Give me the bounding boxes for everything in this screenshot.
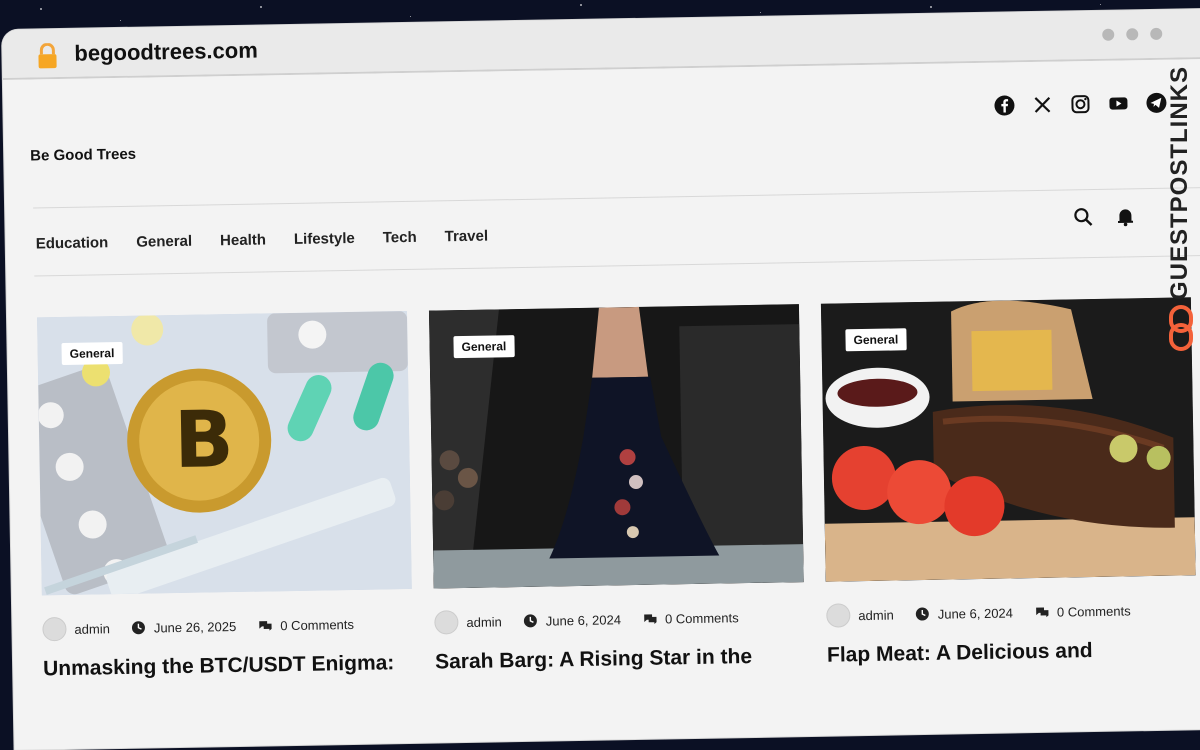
post-date[interactable]: June 26, 2025 — [154, 619, 237, 635]
post-author[interactable]: admin — [74, 621, 110, 637]
nav-item-lifestyle[interactable]: Lifestyle — [294, 230, 355, 248]
avatar[interactable] — [434, 610, 459, 635]
nav-item-health[interactable]: Health — [220, 231, 266, 249]
header-divider — [33, 187, 1200, 209]
post-image[interactable]: B General — [37, 310, 412, 596]
post-author[interactable]: admin — [858, 607, 894, 623]
browser-window: begoodtrees.com Be Good Trees Education … — [2, 8, 1200, 750]
nav-divider — [34, 255, 1200, 277]
header-tools — [1073, 206, 1135, 227]
post-meta: admin June 26, 2025 0 Comments — [42, 611, 412, 642]
category-badge[interactable]: General — [453, 335, 515, 359]
window-controls — [1102, 27, 1163, 41]
nav-item-tech[interactable]: Tech — [383, 229, 417, 247]
window-dot[interactable] — [1150, 27, 1163, 40]
nav-item-education[interactable]: Education — [36, 234, 109, 252]
nav-item-general[interactable]: General — [136, 233, 192, 251]
browser-toolbar: begoodtrees.com — [2, 8, 1200, 80]
instagram-icon[interactable] — [1069, 93, 1091, 115]
facebook-icon[interactable] — [993, 94, 1015, 116]
window-dot[interactable] — [1126, 28, 1139, 41]
comments-icon — [1035, 607, 1049, 618]
clock-icon — [132, 621, 146, 635]
lock-icon — [38, 43, 57, 69]
clock-icon — [916, 607, 930, 621]
post-meta: admin June 6, 2024 0 Comments — [434, 604, 804, 635]
avatar[interactable] — [826, 603, 851, 628]
social-links — [993, 92, 1167, 117]
post-comments[interactable]: 0 Comments — [280, 616, 354, 632]
site-title[interactable]: Be Good Trees — [30, 146, 136, 165]
post-title[interactable]: Unmasking the BTC/USDT Enigma: — [43, 651, 413, 681]
post-card: General admin June 6, 2024 0 Comments Sa… — [428, 304, 805, 674]
post-card: B General admin June 26, 2025 0 Comments… — [37, 310, 413, 681]
post-title[interactable]: Flap Meat: A Delicious and — [827, 637, 1197, 667]
x-icon[interactable] — [1031, 94, 1053, 116]
watermark-text: GUESTPOSTLINKS — [1166, 65, 1193, 300]
nav-item-travel[interactable]: Travel — [445, 228, 489, 246]
telegram-icon[interactable] — [1145, 92, 1167, 114]
main-navigation: Education General Health Lifestyle Tech … — [36, 228, 489, 253]
svg-text:B: B — [173, 395, 234, 486]
link-icon — [1169, 305, 1193, 351]
post-card: General admin June 6, 2024 0 Comments Fl… — [820, 297, 1197, 667]
search-icon[interactable] — [1073, 207, 1093, 227]
post-image[interactable]: General — [820, 297, 1196, 582]
category-badge[interactable]: General — [845, 328, 907, 352]
post-date[interactable]: June 6, 2024 — [546, 612, 621, 628]
avatar[interactable] — [42, 616, 67, 642]
comments-icon — [643, 614, 657, 624]
post-meta: admin June 6, 2024 0 Comments — [826, 597, 1196, 628]
address-bar[interactable]: begoodtrees.com — [74, 38, 258, 67]
bell-icon[interactable] — [1115, 206, 1135, 227]
post-comments[interactable]: 0 Comments — [665, 610, 739, 626]
post-date[interactable]: June 6, 2024 — [938, 605, 1013, 621]
post-comments[interactable]: 0 Comments — [1057, 603, 1131, 619]
clock-icon — [524, 614, 538, 628]
window-dot[interactable] — [1102, 28, 1115, 41]
comments-icon — [259, 621, 272, 631]
post-image[interactable]: General — [428, 304, 804, 589]
post-author[interactable]: admin — [466, 614, 502, 630]
category-badge[interactable]: General — [61, 341, 123, 366]
youtube-icon[interactable] — [1107, 92, 1129, 114]
